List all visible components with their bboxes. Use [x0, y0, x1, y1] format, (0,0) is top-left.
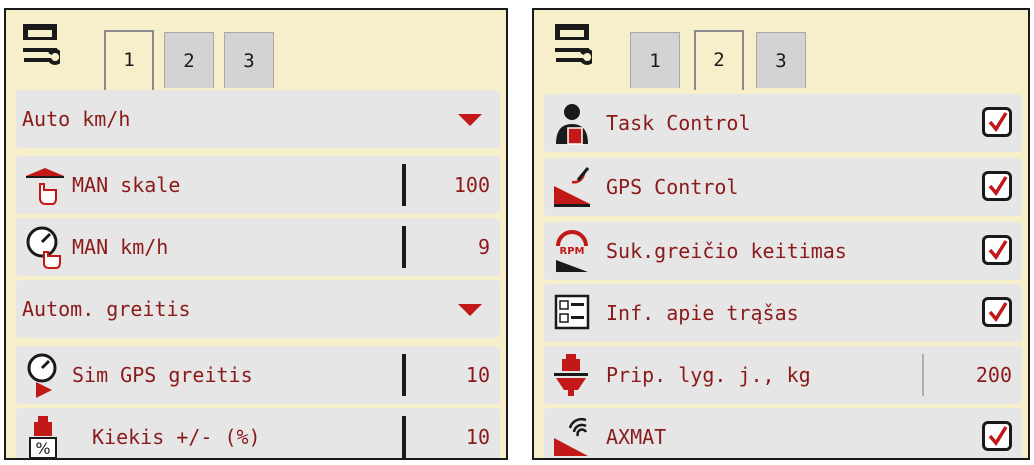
dropdown-arrow-icon	[458, 114, 482, 126]
hopper-weight-icon	[554, 354, 588, 396]
speed-scale-icon	[26, 168, 64, 205]
settings-wrench-icon	[23, 24, 60, 65]
svg-text:%: %	[35, 439, 50, 458]
dropdown-arrow-icon	[458, 304, 482, 316]
row-value: 9	[477, 235, 490, 259]
divider	[402, 354, 406, 396]
tab-bar: 1 2 3	[534, 10, 1028, 90]
tab-1[interactable]: 1	[104, 30, 154, 90]
tab-2[interactable]: 2	[164, 32, 214, 88]
gps-satellite-icon	[554, 167, 590, 207]
row-value: 10	[465, 363, 490, 387]
tab-2[interactable]: 2	[694, 30, 744, 90]
divider	[402, 164, 406, 206]
row-label: Task Control	[606, 111, 751, 135]
divider	[922, 354, 924, 396]
task-control-checkbox[interactable]	[982, 107, 1012, 137]
row-label: Prip. lyg. j., kg	[606, 363, 811, 387]
sim-gps-greitis-row[interactable]: Sim GPS greitis 10	[16, 346, 500, 404]
row-label: MAN skale	[72, 173, 181, 197]
tab-bar: 1 2 3	[6, 10, 506, 90]
speedometer-play-icon	[27, 353, 57, 398]
fertilizer-info-icon	[554, 294, 590, 330]
man-kmh-row[interactable]: MAN km/h 9	[16, 218, 500, 276]
check-icon	[988, 112, 1008, 132]
row-label: Suk.greičio keitimas	[606, 239, 847, 263]
rpm-icon: RPM	[556, 230, 588, 272]
inf-apie-trasas-row[interactable]: Inf. apie trąšas	[544, 284, 1022, 342]
row-label: AXMAT	[606, 425, 667, 449]
task-control-row[interactable]: Task Control	[544, 94, 1022, 152]
settings-wrench-icon	[555, 24, 592, 65]
row-value: 200	[975, 363, 1012, 387]
tab-3[interactable]: 3	[224, 32, 274, 88]
divider	[402, 416, 406, 458]
divider	[402, 226, 406, 268]
row-label: Autom. greitis	[22, 297, 191, 321]
settings-panel-left: 1 2 3 Auto km/h MAN skale 100 MAN km/h 9…	[4, 8, 508, 460]
axmat-sensor-icon	[554, 417, 588, 456]
man-skale-row[interactable]: MAN skale 100	[16, 156, 500, 214]
autom-greitis-dropdown[interactable]: Autom. greitis	[16, 280, 500, 338]
prip-lyg-row[interactable]: Prip. lyg. j., kg 200	[544, 346, 1022, 404]
gps-control-checkbox[interactable]	[982, 171, 1012, 201]
operator-task-icon	[556, 104, 588, 145]
suk-greicio-keitimas-row[interactable]: RPM Suk.greičio keitimas	[544, 222, 1022, 280]
weight-percent-icon: %	[29, 416, 57, 458]
inf-apie-trasas-checkbox[interactable]	[982, 297, 1012, 327]
tab-3[interactable]: 3	[756, 32, 806, 88]
row-label: Sim GPS greitis	[72, 363, 253, 387]
row-value: 100	[453, 173, 490, 197]
row-label: Inf. apie trąšas	[606, 301, 799, 325]
check-icon	[988, 426, 1008, 446]
row-label: Auto km/h	[22, 107, 131, 131]
kiekis-row[interactable]: % Kiekis +/- (%) 10	[16, 408, 500, 458]
row-label: GPS Control	[606, 175, 739, 199]
row-label: Kiekis +/- (%)	[92, 425, 261, 449]
gps-control-row[interactable]: GPS Control	[544, 158, 1022, 216]
suk-greicio-keitimas-checkbox[interactable]	[982, 235, 1012, 265]
svg-text:RPM: RPM	[560, 246, 585, 257]
axmat-row[interactable]: AXMAT	[544, 408, 1022, 458]
row-label: MAN km/h	[72, 235, 169, 259]
check-icon	[988, 240, 1008, 260]
row-value: 10	[465, 425, 490, 449]
speedometer-hand-icon	[26, 226, 61, 269]
auto-kmh-dropdown[interactable]: Auto km/h	[16, 90, 500, 148]
settings-panel-right: 1 2 3 Task Control GPS Control RPM Suk.g…	[532, 8, 1030, 460]
tab-1[interactable]: 1	[630, 32, 680, 88]
check-icon	[988, 302, 1008, 322]
axmat-checkbox[interactable]	[982, 421, 1012, 451]
check-icon	[988, 176, 1008, 196]
